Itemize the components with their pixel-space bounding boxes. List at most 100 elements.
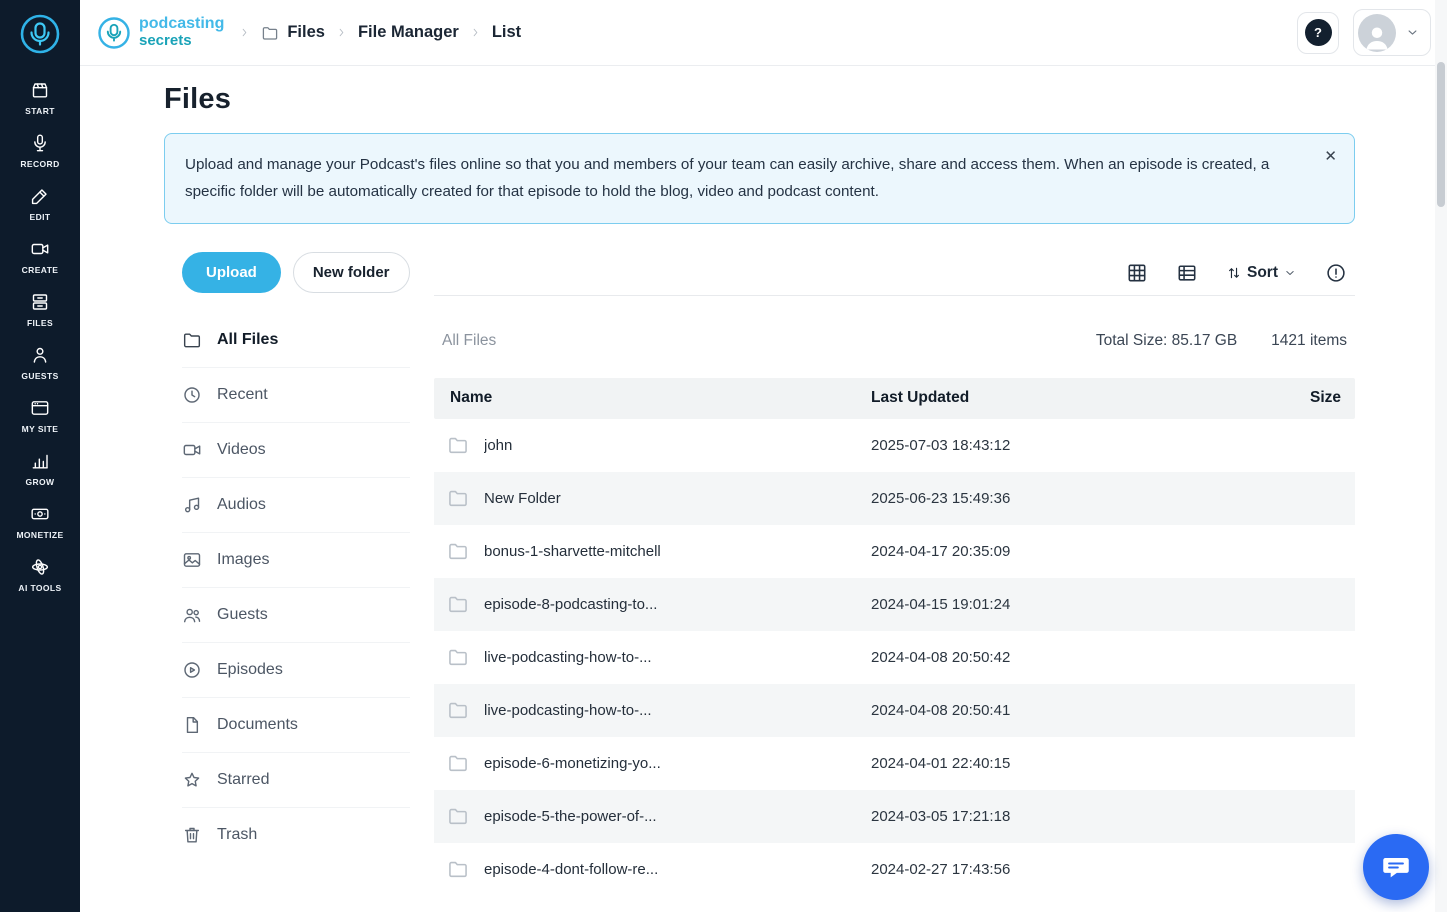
file-name: episode-6-monetizing-yo...	[484, 754, 661, 772]
clock-icon	[182, 385, 202, 405]
filter-item-label: Episodes	[217, 660, 283, 678]
folder-icon	[447, 434, 469, 456]
grid-view-icon[interactable]	[1126, 262, 1148, 284]
list-view-icon[interactable]	[1176, 262, 1198, 284]
chevron-right-icon	[469, 26, 482, 39]
account-menu-button[interactable]	[1353, 9, 1431, 56]
filter-item-images[interactable]: Images	[182, 533, 410, 588]
filter-item-documents[interactable]: Documents	[182, 698, 410, 753]
create-icon	[30, 239, 50, 259]
column-name: Name	[450, 389, 493, 407]
folder-icon	[447, 858, 469, 880]
scrollbar-thumb[interactable]	[1437, 62, 1445, 207]
sort-dropdown[interactable]: Sort	[1226, 264, 1297, 282]
scrollbar-track[interactable]	[1435, 0, 1447, 912]
filter-item-starred[interactable]: Starred	[182, 753, 410, 808]
filter-panel: Upload New folder All Files Recent Video…	[164, 251, 410, 863]
folder-icon	[182, 330, 202, 350]
breadcrumb-list[interactable]: List	[492, 23, 521, 42]
table-row[interactable]: bonus-1-sharvette-mitchell 2024-04-17 20…	[434, 525, 1355, 578]
filter-item-label: Videos	[217, 440, 266, 458]
sidebar-item-start[interactable]: START	[0, 72, 80, 125]
sidebar-item-monetize[interactable]: MONETIZE	[0, 496, 80, 549]
folder-icon	[447, 593, 469, 615]
sidebar-item-files[interactable]: FILES	[0, 284, 80, 337]
sidebar-item-label: FILES	[26, 318, 54, 328]
table-row[interactable]: episode-4-dont-follow-re... 2024-02-27 1…	[434, 843, 1355, 896]
sidebar-item-label: RECORD	[20, 159, 60, 169]
help-button[interactable]: ?	[1297, 11, 1339, 54]
table-row[interactable]: New Folder 2025-06-23 15:49:36	[434, 471, 1355, 525]
filter-item-label: Starred	[217, 770, 270, 788]
filter-item-guests[interactable]: Guests	[182, 588, 410, 643]
sidebar-item-label: MONETIZE	[16, 530, 64, 540]
filter-item-audios[interactable]: Audios	[182, 478, 410, 533]
sidebar-item-label: GUESTS	[21, 371, 59, 381]
sidebar-item-edit[interactable]: EDIT	[0, 178, 80, 231]
sidebar-item-ai-tools[interactable]: AI TOOLS	[0, 549, 80, 602]
top-header: podcasting secrets Files File Manager Li…	[80, 0, 1447, 66]
folder-icon	[261, 24, 279, 42]
filter-item-recent[interactable]: Recent	[182, 368, 410, 423]
folder-icon	[447, 752, 469, 774]
column-last-updated: Last Updated	[871, 389, 970, 407]
table-body: john 2025-07-03 18:43:12 New Folder 2025…	[434, 419, 1355, 896]
sidebar-item-label: CREATE	[21, 265, 59, 275]
filter-item-videos[interactable]: Videos	[182, 423, 410, 478]
table-header: Name Last Updated Size	[434, 377, 1355, 419]
image-icon	[182, 550, 202, 570]
table-row[interactable]: john 2025-07-03 18:43:12	[434, 419, 1355, 472]
breadcrumb-files[interactable]: Files	[261, 23, 325, 42]
breadcrumb-file-manager[interactable]: File Manager	[358, 23, 459, 42]
total-size: Total Size: 85.17 GB	[1095, 331, 1238, 349]
star-icon	[182, 770, 202, 790]
banner-close-icon[interactable]: ✕	[1324, 147, 1337, 165]
table-row[interactable]: live-podcasting-how-to-... 2024-04-08 20…	[434, 683, 1355, 737]
file-last-updated: 2024-04-08 20:50:41	[871, 701, 1011, 719]
sidebar-item-guests[interactable]: GUESTS	[0, 337, 80, 390]
sidebar-item-record[interactable]: RECORD	[0, 125, 80, 178]
table-row[interactable]: episode-5-the-power-of-... 2024-03-05 17…	[434, 789, 1355, 843]
filter-item-label: Audios	[217, 495, 266, 513]
file-name: bonus-1-sharvette-mitchell	[484, 542, 661, 560]
sidebar-item-label: EDIT	[29, 212, 51, 222]
sidebar-item-label: GROW	[25, 477, 55, 487]
file-name: episode-4-dont-follow-re...	[484, 860, 659, 878]
items-count: 1421 items	[1271, 331, 1347, 349]
info-banner-text: Upload and manage your Podcast's files o…	[185, 156, 1270, 201]
filter-item-label: Guests	[217, 605, 268, 623]
file-last-updated: 2024-04-01 22:40:15	[871, 754, 1011, 772]
table-row[interactable]: episode-8-podcasting-to... 2024-04-15 19…	[434, 577, 1355, 631]
chevron-down-icon	[1405, 25, 1420, 40]
sort-arrows-icon	[1226, 265, 1242, 281]
grow-icon	[30, 451, 50, 471]
table-row[interactable]: episode-6-monetizing-yo... 2024-04-01 22…	[434, 737, 1355, 790]
section-label: All Files	[442, 331, 497, 349]
filter-item-episodes[interactable]: Episodes	[182, 643, 410, 698]
file-last-updated: 2024-02-27 17:43:56	[871, 860, 1011, 878]
file-last-updated: 2024-04-15 19:01:24	[871, 595, 1011, 613]
sidebar-item-my-site[interactable]: MY SITE	[0, 390, 80, 443]
sidebar-item-grow[interactable]: GROW	[0, 443, 80, 496]
brand-logo[interactable]: podcasting secrets	[96, 15, 224, 51]
info-icon[interactable]	[1325, 262, 1347, 284]
sidebar: START RECORD EDIT CREATE FILES GUESTS MY…	[0, 0, 80, 912]
filter-item-all-files[interactable]: All Files	[182, 313, 410, 368]
column-size: Size	[1309, 389, 1341, 407]
filter-item-trash[interactable]: Trash	[182, 808, 410, 863]
upload-button[interactable]: Upload	[182, 251, 281, 293]
chat-bubble-icon	[1383, 857, 1409, 878]
app-logo-icon[interactable]	[16, 10, 64, 58]
sidebar-item-create[interactable]: CREATE	[0, 231, 80, 284]
table-row[interactable]: live-podcasting-how-to-... 2024-04-08 20…	[434, 631, 1355, 684]
trash-icon	[182, 825, 202, 845]
folder-icon	[447, 540, 469, 562]
chat-widget-button[interactable]	[1363, 834, 1429, 900]
folder-icon	[447, 487, 469, 509]
edit-icon	[30, 186, 50, 206]
folder-icon	[447, 805, 469, 827]
files-summary: All Files Total Size: 85.17 GB 1421 item…	[434, 296, 1355, 378]
video-icon	[182, 440, 202, 460]
new-folder-button[interactable]: New folder	[292, 251, 410, 293]
file-list-panel: Sort All Files Total Size: 85.17 GB 1421…	[434, 252, 1355, 896]
